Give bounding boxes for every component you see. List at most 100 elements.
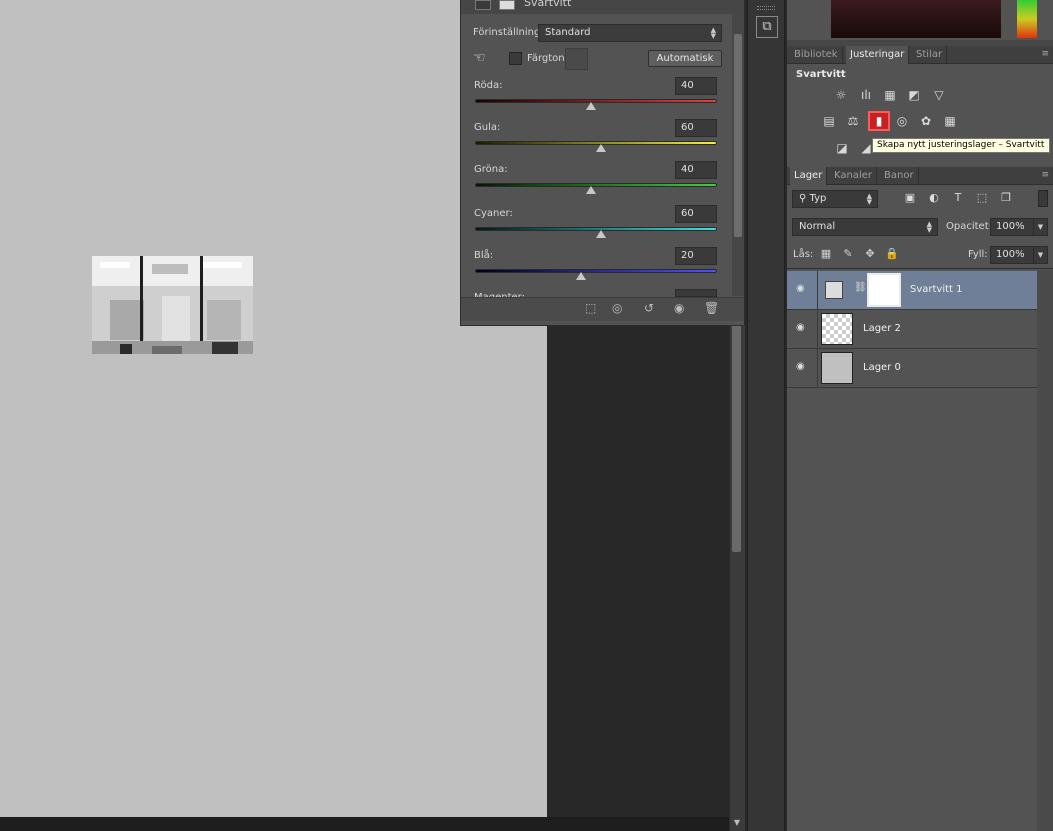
opacity-dropdown-icon[interactable]: ▼ [1033,219,1047,235]
photo-filter-icon[interactable]: ◎ [893,113,911,129]
tab-library[interactable]: Bibliotek [790,46,843,64]
scroll-down-arrow-icon[interactable]: ▼ [731,817,743,829]
lock-transparent-pixels-icon[interactable]: ▦ [819,247,833,261]
properties-footer: ⬚ ◎ ↺ ◉ 🗑 [461,297,744,321]
layers-scrollbar[interactable] [1037,270,1053,831]
tab-layers[interactable]: Lager [790,167,828,185]
layer-thumbnail[interactable] [821,352,853,384]
tab-styles[interactable]: Stilar [912,46,948,64]
properties-panel-icon[interactable]: ⧉ [756,16,778,38]
curves-icon[interactable]: ▦ [881,87,899,103]
color-picker-field[interactable] [831,0,1001,38]
layer-filter-select[interactable]: ⚲ Typ ▲ ▼ [792,190,878,208]
opacity-field[interactable]: 100% ▼ [990,218,1048,236]
levels-icon[interactable]: ılı [857,87,875,103]
channel-thumb-cyan[interactable] [595,230,606,238]
chain-link-icon[interactable]: ⛓ [854,282,867,293]
filter-smart-object-icon[interactable]: ❐ [999,191,1013,205]
select-arrows-icon: ▲ ▼ [926,220,932,234]
layer-mask-thumbnail[interactable] [867,273,901,307]
panel-grip[interactable] [757,6,775,10]
panel-menu-icon[interactable]: ≡ [1041,170,1049,180]
layer-name[interactable]: Lager 0 [863,362,901,373]
channel-value-red[interactable]: 40 [675,77,717,95]
adjustment-layer-icon [825,281,843,299]
color-spectrum-slider[interactable] [1017,0,1037,38]
reset-icon[interactable]: ↺ [644,301,654,315]
layer-row[interactable]: ◉ Lager 0 [787,349,1037,388]
lock-all-icon[interactable]: 🔒 [885,247,899,261]
exposure-icon[interactable]: ◩ [905,87,923,103]
layer-thumbnail[interactable] [821,313,853,345]
channel-thumb-blue[interactable] [576,272,587,280]
layer-row[interactable]: ◉ Lager 2 [787,310,1037,349]
channel-slider-blue[interactable] [475,269,717,273]
panel-menu-icon[interactable]: ≡ [1041,49,1049,59]
layer-name[interactable]: Svartvitt 1 [910,284,963,295]
canvas-scroll-thumb[interactable] [732,320,741,552]
status-bar [0,817,745,831]
layers-divider [787,268,1053,269]
layers-tabbar: Lager Kanaler Banor ≡ [787,167,1053,185]
mask-icon[interactable] [499,0,515,10]
channel-value-cyan[interactable]: 60 [675,205,717,223]
filter-toggle[interactable] [1038,190,1048,207]
lock-label: Lås: [793,249,814,260]
filter-pixel-icon[interactable]: ▣ [903,191,917,205]
eye-icon[interactable]: ◉ [796,283,808,295]
filter-adjustment-icon[interactable]: ◐ [927,191,941,205]
vibrance-icon[interactable]: ▽ [930,87,948,103]
filter-type-icon[interactable]: T [951,191,965,205]
channel-mixer-icon[interactable]: ✿ [917,113,935,129]
collapsed-panel-column [747,0,785,831]
clip-to-layer-icon[interactable]: ⬚ [585,301,596,315]
select-arrows-icon: ▲ ▼ [866,192,872,206]
eye-icon[interactable]: ◉ [796,361,808,373]
eye-icon[interactable]: ◉ [796,322,808,334]
preset-select[interactable]: Standard ▲ ▼ [538,24,722,42]
brightness-contrast-icon[interactable]: ☼ [832,87,850,103]
visibility-eye-icon[interactable]: ◉ [674,301,684,315]
channel-value-yellow[interactable]: 60 [675,119,717,137]
tab-adjustments[interactable]: Justeringar [846,46,910,64]
opacity-value: 100% [996,221,1025,232]
lock-position-icon[interactable]: ✥ [863,247,877,261]
channel-value-green[interactable]: 40 [675,161,717,179]
targeted-adjustment-hand-icon[interactable]: ☜ [473,50,491,68]
tint-checkbox[interactable] [509,52,522,65]
properties-scroll-thumb[interactable] [734,34,742,237]
lock-image-pixels-icon[interactable]: ✎ [841,247,855,261]
hue-saturation-icon[interactable]: ▤ [820,113,838,129]
right-panels: Bibliotek Justeringar Stilar ≡ Svartvitt… [787,0,1053,831]
color-balance-icon[interactable]: ⚖ [844,113,862,129]
tint-color-swatch[interactable] [565,48,588,70]
layer-row[interactable]: ◉ ⛓ Svartvitt 1 [787,271,1037,310]
properties-title: Svartvitt [524,0,572,9]
opacity-label: Opacitet: [946,221,992,232]
channel-value-blue[interactable]: 20 [675,247,717,265]
filter-shape-icon[interactable]: ⬚ [975,191,989,205]
channel-thumb-green[interactable] [586,186,597,194]
eye-column-divider [817,271,818,310]
channel-value-magenta[interactable] [675,289,717,297]
tab-channels[interactable]: Kanaler [830,167,878,185]
view-previous-state-icon[interactable]: ◎ [612,301,622,315]
black-white-icon[interactable]: ▮ [868,111,890,131]
fill-label: Fyll: [968,249,988,260]
tab-paths[interactable]: Banor [880,167,919,185]
invert-icon[interactable]: ◪ [833,140,851,156]
adjustments-heading: Svartvitt [796,69,846,80]
trash-icon[interactable]: 🗑 [704,301,719,315]
auto-button[interactable]: Automatisk [648,50,722,67]
channel-thumb-red[interactable] [586,102,597,110]
channel-thumb-yellow[interactable] [595,144,606,152]
preset-value: Standard [545,27,591,38]
fill-field[interactable]: 100% ▼ [990,246,1048,264]
color-lookup-icon[interactable]: ▦ [941,113,959,129]
canvas-image[interactable] [92,256,253,354]
fill-dropdown-icon[interactable]: ▼ [1033,247,1047,263]
layer-name[interactable]: Lager 2 [863,323,901,334]
blend-mode-select[interactable]: Normal ▲ ▼ [792,218,938,236]
office-photo [92,256,253,354]
adjustment-layer-icon[interactable] [475,0,491,10]
